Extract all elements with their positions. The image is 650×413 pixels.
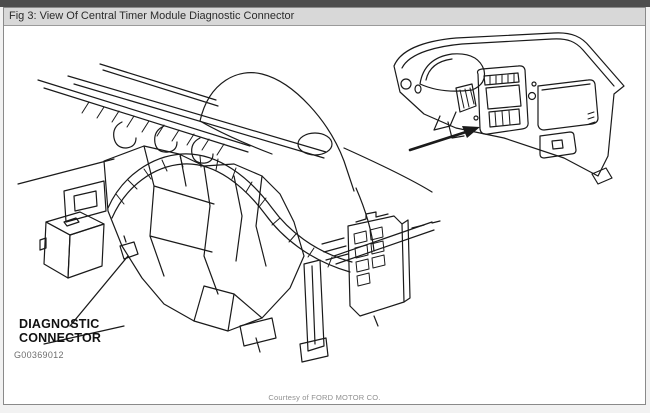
figure-id: G00369012 [14,350,64,360]
dash-top-pad [199,72,433,252]
relay-module [39,211,105,279]
location-arrow [408,126,480,152]
credit-line: Courtesy of FORD MOTOR CO. [268,393,381,402]
dashboard-inset [393,32,625,185]
figure-window: Fig 3: View Of Central Timer Module Diag… [3,7,646,405]
figure-title-bar: Fig 3: View Of Central Timer Module Diag… [4,8,645,26]
top-strip [0,0,650,7]
line-art-drawing [17,32,625,363]
wiring-harness [107,153,353,273]
figure-content: DIAGNOSTIC CONNECTOR G00369012 Courtesy … [4,26,645,403]
central-timer-module [299,211,441,363]
diagnostic-connector-label: DIAGNOSTIC CONNECTOR [19,317,102,345]
figure-title: Fig 3: View Of Central Timer Module Diag… [9,10,295,22]
